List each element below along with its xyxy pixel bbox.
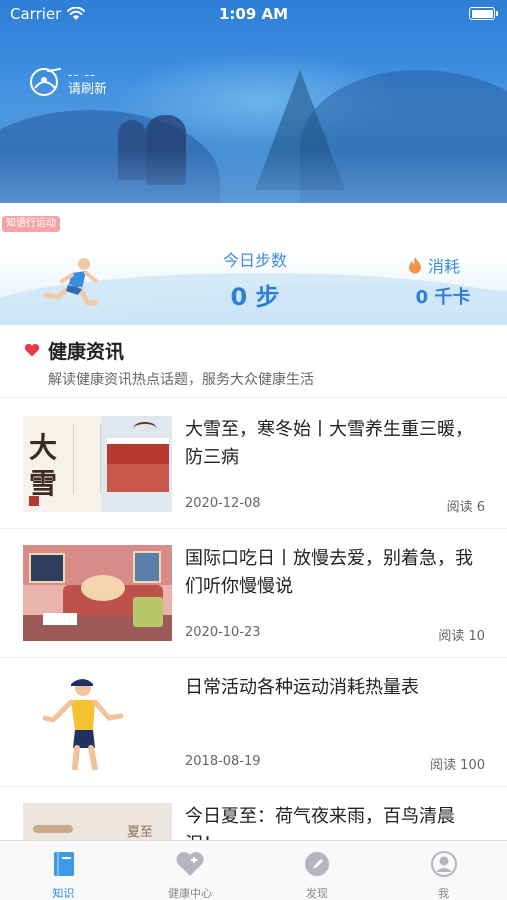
- thumb-text: 夏至: [127, 825, 154, 840]
- calorie-burn: 消耗 0 千卡: [398, 253, 488, 309]
- status-bar: Carrier 1:09 AM: [0, 0, 507, 28]
- burn-label: 消耗: [428, 257, 461, 276]
- tab-label: 我: [438, 887, 450, 900]
- section-subtitle: 解读健康资讯热点话题，服务大众健康生活: [48, 372, 314, 388]
- news-item[interactable]: 大 雪 大雪至，寒冬始丨大雪养生重三暖，防三病 2020-12-08 阅读 6: [0, 400, 507, 529]
- refresh-hint[interactable]: 请刷新: [68, 82, 107, 98]
- section-title: 健康资讯: [48, 341, 125, 363]
- steps-label: 今日步数: [222, 251, 287, 270]
- tab-knowledge[interactable]: 知识: [0, 841, 127, 900]
- news-read-count: 阅读 6: [446, 500, 485, 515]
- compass-icon: [304, 852, 329, 876]
- tab-health-center[interactable]: 健康中心: [127, 841, 254, 900]
- heart-icon: [24, 343, 40, 357]
- clock: 1:09 AM: [218, 5, 289, 23]
- tab-discover[interactable]: 发现: [254, 841, 381, 900]
- news-thumbnail-runner: [23, 674, 172, 770]
- news-list: 大 雪 大雪至，寒冬始丨大雪养生重三暖，防三病 2020-12-08 阅读 6 …: [0, 400, 507, 900]
- news-thumbnail-daxue: 大 雪: [23, 416, 172, 512]
- sport-tag[interactable]: 知语行运动: [2, 216, 60, 232]
- flame-icon: [409, 257, 421, 274]
- woman-runner-illustration: [42, 679, 124, 770]
- news-date: 2020-10-23: [185, 625, 261, 640]
- news-title: 大雪至，寒冬始丨大雪养生重三暖，防三病: [185, 419, 473, 468]
- news-title: 国际口吃日丨放慢去爱，别着急，我们听你慢慢说: [185, 548, 473, 597]
- news-item[interactable]: 国际口吃日丨放慢去爱，别着急，我们听你慢慢说 2020-10-23 阅读 10: [0, 529, 507, 658]
- news-date: 2020-12-08: [185, 496, 261, 511]
- news-date: 2018-08-19: [185, 754, 261, 769]
- tab-me[interactable]: 我: [380, 841, 507, 900]
- weather-icon: [30, 68, 61, 96]
- steps-value: 0 步: [230, 283, 280, 311]
- hero-banner: [0, 0, 507, 203]
- weather-widget[interactable]: -- -- 请刷新: [28, 66, 107, 100]
- steps-card[interactable]: 知语行运动 今日步数 0 步 消耗 0 千卡: [0, 213, 507, 325]
- battery-icon: [469, 7, 498, 20]
- user-icon: [430, 851, 457, 877]
- news-read-count: 阅读 10: [438, 629, 485, 644]
- thumb-char: 大: [29, 431, 58, 464]
- runner-icon: [43, 258, 99, 306]
- temperature-text: -- --: [68, 67, 96, 83]
- news-title: 日常活动各种运动消耗热量表: [185, 677, 419, 698]
- tab-bar: 知识 健康中心 发现 我: [0, 840, 507, 900]
- book-icon: [54, 852, 75, 876]
- burn-value: 0 千卡: [415, 287, 471, 308]
- tab-label: 发现: [305, 887, 328, 900]
- tab-label: 健康中心: [168, 887, 213, 900]
- heart-plus-icon: [176, 852, 204, 876]
- news-thumbnail-stutter: [23, 545, 172, 641]
- news-read-count: 阅读 100: [430, 758, 485, 773]
- steps-today: 今日步数 0 步: [190, 247, 320, 312]
- tab-label: 知识: [52, 887, 75, 900]
- news-item[interactable]: 日常活动各种运动消耗热量表 2018-08-19 阅读 100: [0, 658, 507, 787]
- mist-overlay: [0, 150, 507, 203]
- health-news-header: 健康资讯 解读健康资讯热点话题，服务大众健康生活: [0, 325, 507, 398]
